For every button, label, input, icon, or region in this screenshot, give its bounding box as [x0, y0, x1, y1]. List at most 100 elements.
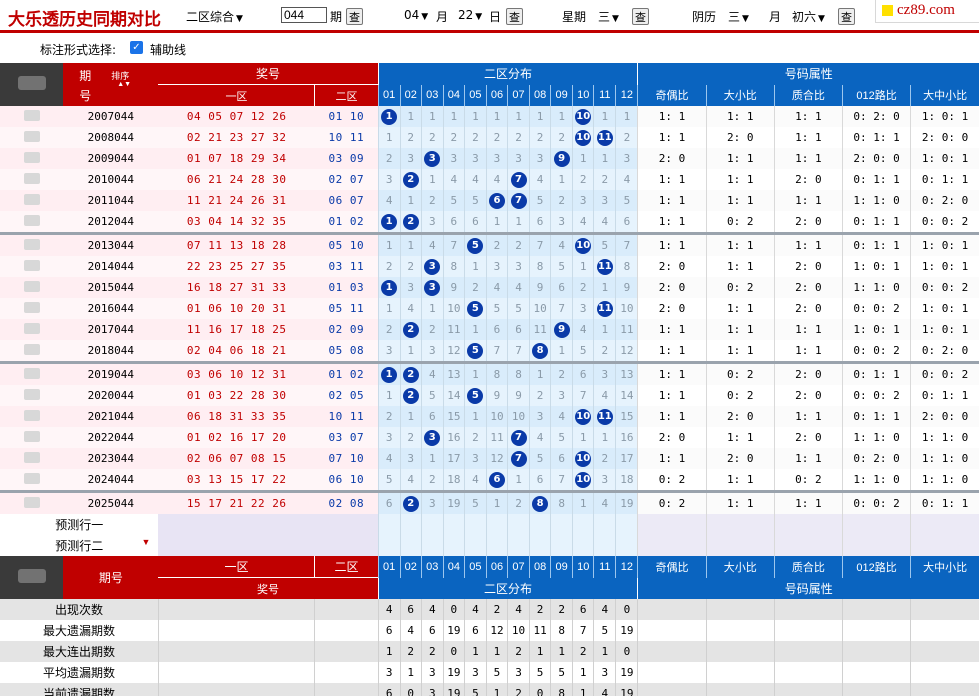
dist-cell: 6	[615, 211, 638, 234]
predict-row[interactable]: 预测行一	[0, 514, 979, 535]
predict-row[interactable]: 预测行二 ▼	[0, 535, 979, 556]
predict-attr-cell[interactable]	[910, 514, 979, 535]
predict-attr-cell[interactable]	[773, 535, 843, 556]
dist-cell: 2	[593, 340, 616, 363]
predict-attr-cell[interactable]	[910, 535, 979, 556]
predict-attr-cell[interactable]	[842, 535, 911, 556]
predict-dist-cell[interactable]	[442, 535, 465, 556]
dist-cell: 7	[485, 340, 508, 363]
predict-dist-cell[interactable]	[550, 535, 573, 556]
dist-cell: 3	[572, 190, 594, 211]
hit-ball: 7	[510, 171, 527, 188]
zone2-numbers: 01 03	[314, 277, 379, 298]
zone2-numbers: 02 09	[314, 319, 379, 340]
predict-attr-cell[interactable]	[637, 514, 707, 535]
predict-dist-cell[interactable]	[463, 514, 487, 535]
stat-value: 4	[420, 599, 444, 620]
dist-cell: 4	[572, 211, 594, 234]
predict-dist-cell[interactable]	[377, 514, 401, 535]
month-unit-label: 月	[436, 10, 449, 24]
issue-query-button[interactable]: 查	[346, 8, 363, 25]
predict-label[interactable]: 预测行一	[0, 514, 159, 535]
stat-attr-cell	[842, 641, 911, 662]
avatar-placeholder	[0, 427, 64, 448]
zone1-numbers: 16 18 27 31 33	[158, 277, 315, 298]
predict-dist-cell[interactable]	[506, 514, 530, 535]
predict-dist-cell[interactable]	[593, 514, 616, 535]
predict-label[interactable]: 预测行二 ▼	[0, 535, 159, 556]
guide-line-checkbox[interactable]: ✓	[130, 41, 143, 54]
predict-dist-cell[interactable]	[442, 514, 465, 535]
avatar-placeholder	[0, 385, 64, 406]
predict-attr-cell[interactable]	[705, 535, 775, 556]
predict-prize-cell[interactable]	[158, 535, 379, 556]
hit-ball: 6	[488, 192, 505, 209]
lunar-day-select[interactable]: 初六 ▼	[792, 8, 825, 25]
lunar-month-select[interactable]: 三 ▼	[728, 8, 749, 25]
dist-cell: 6	[420, 406, 444, 427]
dist-cell: 19	[442, 490, 465, 514]
stat-value: 5	[529, 662, 551, 683]
predict-prize-cell[interactable]	[158, 514, 379, 535]
predict-dist-cell[interactable]	[399, 514, 422, 535]
zone2-numbers: 10 11	[314, 406, 379, 427]
predict-attr-cell[interactable]	[637, 535, 707, 556]
predict-dist-cell[interactable]	[485, 535, 508, 556]
predict-dist-cell[interactable]	[550, 514, 573, 535]
predict-dist-cell[interactable]	[593, 535, 616, 556]
attr-cell: 0: 2	[705, 277, 775, 298]
dist-cell: 4	[399, 469, 422, 492]
date-query-button[interactable]: 查	[506, 8, 523, 25]
predict-dist-cell[interactable]	[529, 514, 551, 535]
dist-cell: 4	[485, 277, 508, 298]
dist-cell: 5	[529, 448, 551, 469]
predict-attr-cell[interactable]	[842, 514, 911, 535]
zone1-numbers: 02 06 07 08 15	[158, 448, 315, 469]
dist-cell: 11	[593, 406, 616, 427]
dist-cell: 3	[399, 148, 422, 169]
week-query-button[interactable]: 查	[632, 8, 649, 25]
predict-attr-cell[interactable]	[773, 514, 843, 535]
predict-dist-cell[interactable]	[506, 535, 530, 556]
attr-cell: 0: 0: 2	[842, 298, 911, 319]
predict-dist-cell[interactable]	[485, 514, 508, 535]
dist-cell: 1	[377, 298, 401, 319]
attr-cell: 1: 1	[773, 340, 843, 363]
site-logo[interactable]: cz89.com	[875, 0, 979, 23]
dist-cell: 4	[615, 169, 638, 190]
stat-zone1-cell	[157, 620, 315, 641]
predict-dist-cell[interactable]	[420, 535, 444, 556]
predict-dist-cell[interactable]	[463, 535, 487, 556]
attr-cell: 0: 2: 0	[842, 106, 911, 127]
week-select[interactable]: 三 ▼	[598, 8, 619, 25]
predict-dist-cell[interactable]	[615, 514, 638, 535]
predict-dist-cell[interactable]	[572, 514, 594, 535]
arrow-down-icon[interactable]: ▼	[142, 537, 151, 547]
hit-ball: 1	[381, 279, 398, 296]
zone1-numbers: 01 07 18 29 34	[158, 148, 315, 169]
month-select[interactable]: 04 ▼	[404, 8, 428, 22]
day-select[interactable]: 22 ▼	[458, 8, 482, 22]
predict-attr-cell[interactable]	[705, 514, 775, 535]
dist-cell: 5	[463, 385, 487, 406]
predict-dist-cell[interactable]	[615, 535, 638, 556]
dist-cell: 2	[485, 232, 508, 256]
lunar-query-button[interactable]: 查	[838, 8, 855, 25]
dist-cell: 5	[593, 232, 616, 256]
stat-attr-cell	[637, 599, 707, 620]
dist-cell: 7	[506, 169, 530, 190]
predict-dist-cell[interactable]	[399, 535, 422, 556]
attr-cell: 1: 1: 0	[910, 448, 979, 469]
attr-cell: 1: 0: 1	[910, 298, 979, 319]
dist-cell: 3	[377, 340, 401, 363]
issue-input[interactable]	[281, 7, 327, 23]
dist-cell: 3	[593, 469, 616, 492]
period-cell: 2015044	[63, 277, 159, 298]
zone-select[interactable]: 二区综合 ▼	[186, 8, 243, 25]
predict-dist-cell[interactable]	[572, 535, 594, 556]
predict-dist-cell[interactable]	[377, 535, 401, 556]
predict-dist-cell[interactable]	[420, 514, 444, 535]
hit-ball: 2	[402, 321, 419, 338]
zone2-numbers: 05 11	[314, 298, 379, 319]
predict-dist-cell[interactable]	[529, 535, 551, 556]
